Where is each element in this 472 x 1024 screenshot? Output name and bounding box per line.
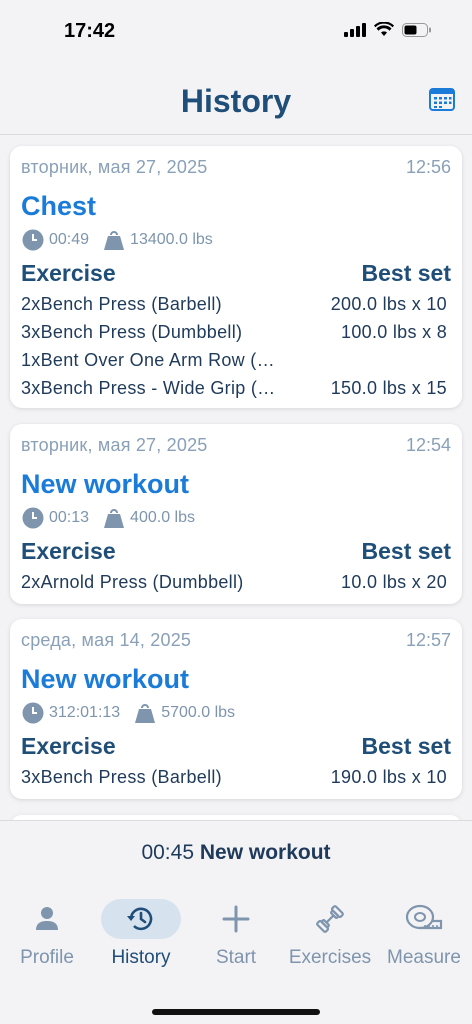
workout-time: 12:57: [405, 630, 451, 650]
exercise-name: 3xBench Press (Dumbbell): [21, 322, 243, 342]
clock-icon: [22, 229, 44, 251]
tape-measure-icon: [384, 899, 464, 939]
status-bar: 17:42: [0, 0, 472, 60]
calendar-icon: [429, 88, 455, 111]
exercise-column-header: Exercise: [21, 260, 116, 286]
tab-history[interactable]: History: [94, 899, 188, 969]
clock-icon: [22, 507, 44, 529]
exercise-column-header: Exercise: [21, 733, 116, 759]
wifi-icon: [374, 22, 394, 36]
best-set-column-header: Best set: [361, 733, 451, 759]
weight-icon: [135, 704, 156, 723]
workout-duration: 312:01:13: [49, 704, 121, 721]
tab-label: Start: [215, 947, 257, 968]
exercise-name: 3xBench Press - Wide Grip (Barbell): [21, 378, 281, 398]
workout-meta: 312:01:13 5700.0 lbs: [22, 702, 235, 724]
workout-card[interactable]: среда, мая 14, 2025 12:57 New workout 31…: [10, 619, 462, 799]
workout-date: среда, мая 14, 2025: [21, 630, 192, 650]
best-set-value: 190.0 lbs x 10: [330, 767, 447, 787]
workout-time: 12:56: [405, 157, 451, 177]
active-workout-timer: 00:45: [141, 841, 195, 864]
workout-duration: 00:13: [49, 509, 90, 526]
history-icon: [101, 899, 181, 939]
best-set-column-header: Best set: [361, 538, 451, 564]
home-indicator[interactable]: [152, 1009, 320, 1015]
tab-profile[interactable]: Profile: [0, 899, 94, 969]
exercise-name: 2xBench Press (Barbell): [21, 294, 222, 314]
person-icon: [7, 899, 87, 939]
calendar-button[interactable]: [429, 87, 455, 111]
tab-label: Profile: [20, 947, 74, 968]
best-set-value: 150.0 lbs x 15: [330, 378, 447, 398]
weight-icon: [104, 509, 125, 528]
weight-icon: [104, 231, 125, 250]
tab-start[interactable]: Start: [189, 899, 283, 969]
exercise-column-header: Exercise: [21, 538, 116, 564]
workout-title: New workout: [21, 469, 190, 499]
dumbbell-icon: [290, 899, 370, 939]
workout-date: вторник, мая 27, 2025: [21, 157, 208, 177]
exercise-name: 1xBent Over One Arm Row (Dumbbell): [21, 350, 281, 370]
exercise-name: 3xBench Press (Barbell): [21, 767, 222, 787]
status-icons: [344, 22, 432, 37]
best-set-value: 10.0 lbs x 20: [341, 572, 447, 592]
clock-icon: [22, 702, 44, 724]
workout-volume: 13400.0 lbs: [130, 231, 213, 248]
workout-card[interactable]: вторник, мая 27, 2025 12:56 Chest 00:49 …: [10, 146, 462, 408]
workout-date: вторник, мая 27, 2025: [21, 435, 208, 455]
cellular-signal-icon: [344, 22, 366, 37]
active-workout-name: New workout: [199, 841, 331, 864]
best-set-value: 200.0 lbs x 10: [330, 294, 447, 314]
tab-measure[interactable]: Measure: [377, 899, 471, 969]
tab-exercises[interactable]: Exercises: [283, 899, 377, 969]
bottom-bar: 00:45 New workout Profile History Start: [0, 820, 472, 1024]
workout-history-list[interactable]: вторник, мая 27, 2025 12:56 Chest 00:49 …: [0, 136, 472, 820]
workout-volume: 400.0 lbs: [130, 509, 195, 526]
tab-label: Exercises: [288, 947, 372, 968]
best-set-value: 100.0 lbs x 8: [341, 322, 447, 342]
workout-meta: 00:49 13400.0 lbs: [22, 229, 213, 251]
workout-duration: 00:49: [49, 231, 90, 248]
workout-meta: 00:13 400.0 lbs: [22, 507, 195, 529]
tab-label: Measure: [387, 947, 461, 968]
workout-title: Chest: [21, 191, 97, 221]
best-set-column-header: Best set: [361, 260, 451, 286]
workout-title: New workout: [21, 664, 190, 694]
page-title: History: [180, 83, 292, 119]
workout-card[interactable]: вторник, мая 27, 2025 12:54 New workout …: [10, 424, 462, 604]
workout-volume: 5700.0 lbs: [161, 704, 236, 721]
status-time: 17:42: [64, 20, 116, 42]
exercise-name: 2xArnold Press (Dumbbell): [21, 572, 244, 592]
tab-label: History: [111, 947, 171, 968]
plus-icon: [196, 899, 276, 939]
header: History: [0, 60, 472, 135]
workout-time: 12:54: [405, 435, 451, 455]
active-workout-banner[interactable]: 00:45 New workout: [0, 841, 472, 865]
battery-icon: [402, 22, 431, 37]
